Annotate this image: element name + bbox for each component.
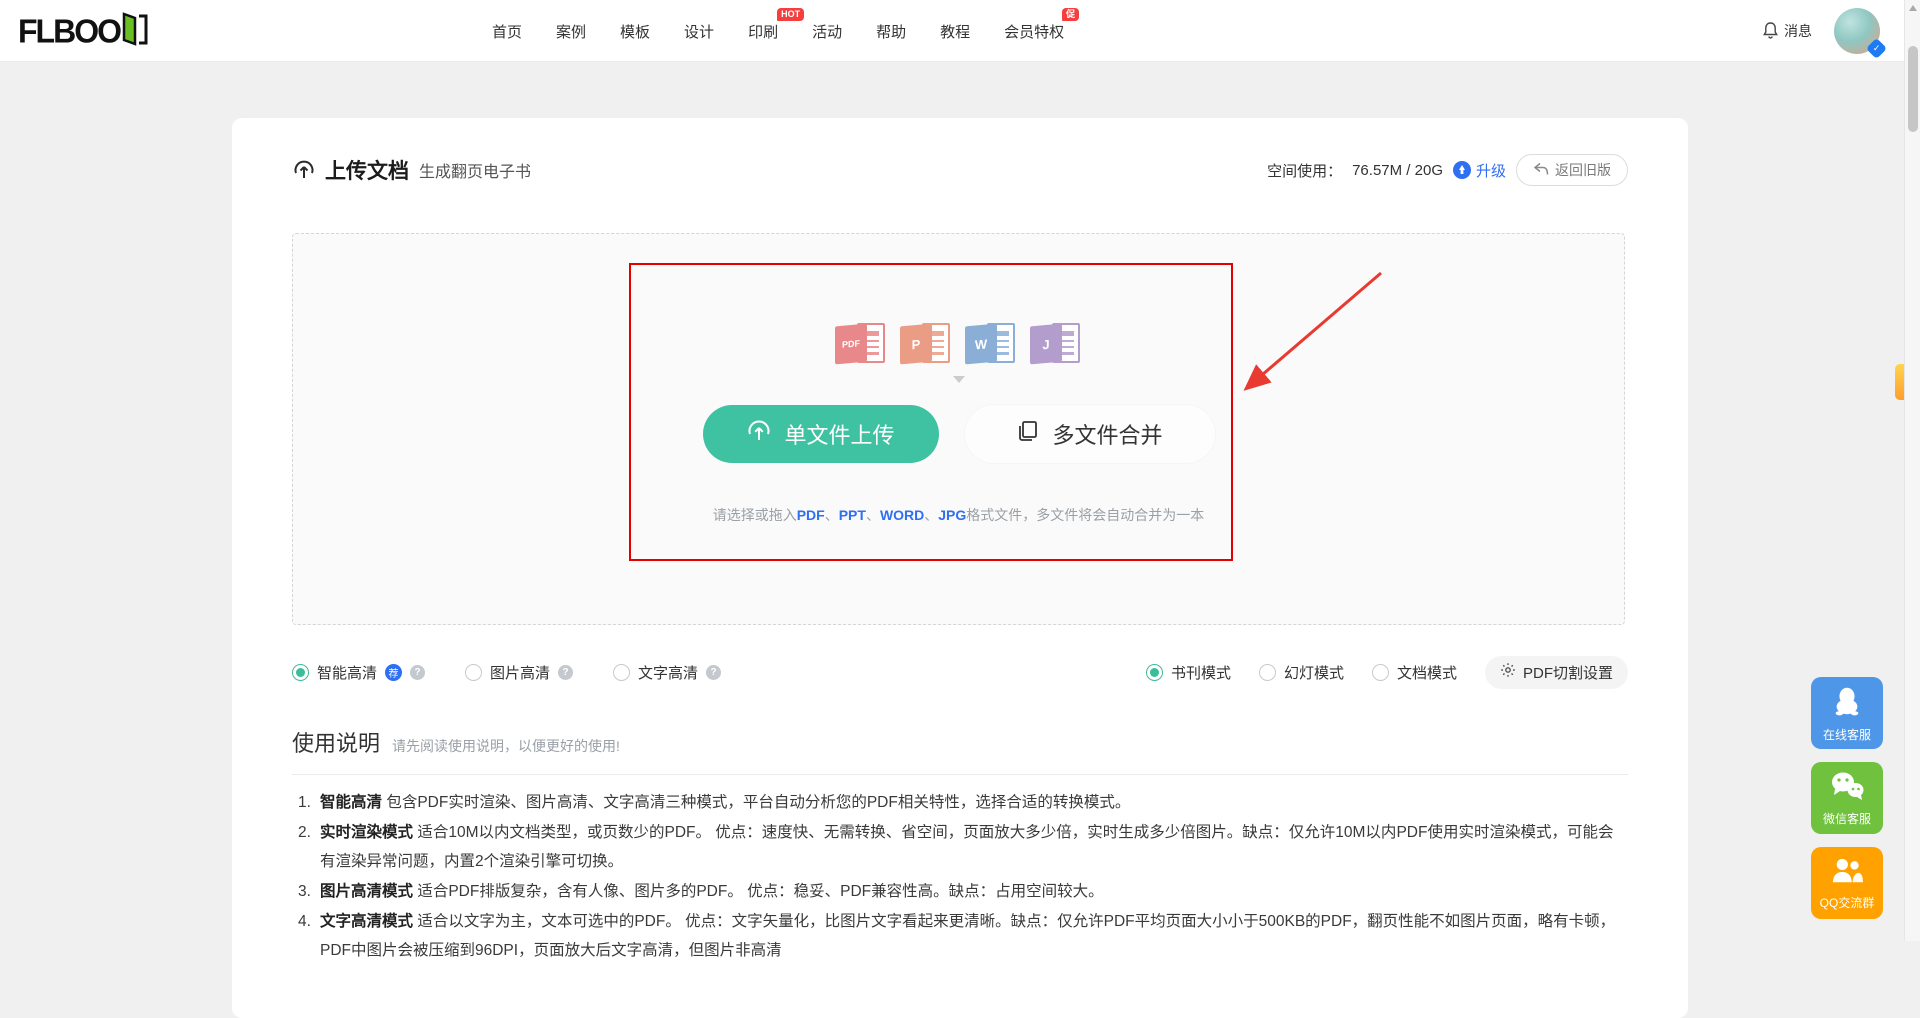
help-icon[interactable]: ? — [410, 665, 425, 680]
radio-icon[interactable] — [613, 664, 630, 681]
option-book-mode[interactable]: 书刊模式 — [1146, 662, 1231, 683]
list-item: 3.图片高清模式 适合PDF排版复杂，含有人像、图片多的PDF。 优点：稳妥、P… — [298, 877, 1628, 906]
flbook-logo[interactable]: FLBOO — [18, 12, 152, 51]
return-arrow-icon — [1533, 162, 1549, 179]
back-to-old-label: 返回旧版 — [1555, 160, 1611, 180]
nav-membership-label: 会员特权 — [1004, 24, 1064, 41]
user-avatar[interactable]: ✓ — [1834, 8, 1880, 54]
upgrade-label: 升级 — [1476, 160, 1506, 181]
main-nav: 首页 案例 模板 设计 印刷 HOT 活动 帮助 教程 会员特权 促 — [492, 0, 1064, 62]
scroll-up-icon[interactable] — [1909, 5, 1917, 11]
quality-options: 智能高清 荐 ? 图片高清 ? 文字高清 ? — [292, 662, 761, 683]
dropzone-content: PDF P W J — [293, 234, 1624, 624]
multi-merge-label: 多文件合并 — [1052, 418, 1162, 450]
nav-design[interactable]: 设计 — [684, 21, 714, 42]
instructions-subtitle: 请先阅读使用说明，以便更好的使用! — [392, 736, 620, 756]
instructions-header: 使用说明 请先阅读使用说明，以便更好的使用! — [292, 726, 620, 758]
nav-print-label: 印刷 — [748, 24, 778, 41]
option-text-hd[interactable]: 文字高清 ? — [613, 662, 721, 683]
nav-print[interactable]: 印刷 HOT — [748, 21, 778, 42]
wechat-icon — [1829, 770, 1865, 807]
instructions-list: 1.智能高清 包含PDF实时渲染、图片高清、文字高清三种模式，平台自动分析您的P… — [298, 788, 1628, 966]
multi-merge-button[interactable]: 多文件合并 — [965, 405, 1215, 463]
vip-check-icon: ✓ — [1866, 38, 1887, 59]
single-upload-label: 单文件上传 — [784, 418, 894, 450]
radio-icon[interactable] — [465, 664, 482, 681]
single-upload-button[interactable]: 单文件上传 — [703, 405, 939, 463]
nav-membership[interactable]: 会员特权 促 — [1004, 21, 1064, 42]
gear-icon — [1500, 662, 1516, 682]
divider — [292, 774, 1628, 775]
option-document-mode[interactable]: 文档模式 — [1372, 662, 1457, 683]
radio-selected-icon[interactable] — [292, 664, 309, 681]
nav-help[interactable]: 帮助 — [876, 21, 906, 42]
space-usage-label: 空间使用： — [1267, 160, 1342, 181]
online-service-button[interactable]: 在线客服 — [1811, 677, 1883, 749]
instructions-title: 使用说明 — [292, 726, 380, 758]
logo-text: FLBOO — [18, 12, 120, 51]
messages-button[interactable]: 消息 — [1762, 21, 1812, 42]
bell-icon — [1762, 21, 1779, 42]
wechat-service-button[interactable]: 微信客服 — [1811, 762, 1883, 834]
scrollbar-thumb[interactable] — [1908, 46, 1918, 132]
promo-badge: 促 — [1062, 8, 1079, 21]
upload-buttons-row: 单文件上传 多文件合并 — [703, 405, 1215, 463]
page-header: 上传文档 生成翻页电子书 空间使用： 76.57M / 20G 升级 — [292, 150, 1628, 190]
help-icon[interactable]: ? — [558, 665, 573, 680]
header-right: 空间使用： 76.57M / 20G 升级 返回旧版 — [1267, 154, 1628, 186]
mode-options: 书刊模式 幻灯模式 文档模式 PDF切割设置 — [1146, 656, 1628, 689]
filetype-icons: PDF P W J — [835, 320, 1082, 368]
nav-templates[interactable]: 模板 — [620, 21, 650, 42]
pdf-split-label: PDF切割设置 — [1523, 662, 1613, 683]
pdf-file-icon: PDF — [835, 320, 887, 368]
ppt-file-icon: P — [900, 320, 952, 368]
pdf-split-settings-button[interactable]: PDF切割设置 — [1485, 656, 1628, 689]
list-item: 4.文字高清模式 适合以文字为主，文本可选中的PDF。 优点：文字矢量化，比图片… — [298, 907, 1628, 965]
word-file-icon: W — [965, 320, 1017, 368]
qq-group-button[interactable]: QQ交流群 — [1811, 847, 1883, 919]
page-subtitle: 生成翻页电子书 — [419, 158, 531, 182]
nav-home[interactable]: 首页 — [492, 21, 522, 42]
help-icon[interactable]: ? — [706, 665, 721, 680]
conversion-options-row: 智能高清 荐 ? 图片高清 ? 文字高清 ? 书刊模式 幻灯模式 — [292, 655, 1628, 689]
upload-arrow-icon — [746, 418, 772, 450]
recommended-badge: 荐 — [385, 664, 402, 681]
merge-files-icon — [1016, 419, 1040, 449]
top-navbar: FLBOO 首页 案例 模板 设计 印刷 HOT 活动 帮助 教程 会员特权 促 — [0, 0, 1920, 62]
page-title: 上传文档 — [325, 155, 409, 185]
page-scrollbar[interactable] — [1904, 0, 1920, 941]
rocket-icon — [1453, 161, 1471, 179]
option-slide-mode[interactable]: 幻灯模式 — [1259, 662, 1344, 683]
space-usage-value: 76.57M / 20G — [1352, 162, 1443, 179]
option-smart-hd[interactable]: 智能高清 荐 ? — [292, 662, 425, 683]
caret-down-icon — [953, 376, 965, 383]
upload-dropzone[interactable]: PDF P W J — [292, 233, 1625, 625]
jpg-file-icon: J — [1030, 320, 1082, 368]
option-image-hd[interactable]: 图片高清 ? — [465, 662, 573, 683]
list-item: 1.智能高清 包含PDF实时渲染、图片高清、文字高清三种模式，平台自动分析您的P… — [298, 788, 1628, 817]
logo-book-icon — [122, 12, 152, 51]
nav-right-area: 消息 ✓ — [1762, 0, 1880, 62]
nav-cases[interactable]: 案例 — [556, 21, 586, 42]
list-item: 2.实时渲染模式 适合10M以内文档类型，或页数少的PDF。 优点：速度快、无需… — [298, 818, 1628, 876]
nav-activity[interactable]: 活动 — [812, 21, 842, 42]
messages-label: 消息 — [1784, 21, 1812, 41]
collapsed-side-widget[interactable] — [1895, 364, 1904, 400]
radio-icon[interactable] — [1259, 664, 1276, 681]
upload-page-card: 上传文档 生成翻页电子书 空间使用： 76.57M / 20G 升级 — [232, 118, 1688, 1018]
upgrade-link[interactable]: 升级 — [1453, 160, 1506, 181]
upload-cloud-icon — [292, 158, 316, 182]
people-group-icon — [1830, 856, 1864, 891]
radio-selected-icon[interactable] — [1146, 664, 1163, 681]
hot-badge: HOT — [777, 8, 804, 21]
qq-penguin-icon — [1830, 684, 1864, 723]
service-float-stack: 在线客服 微信客服 QQ交流群 — [1811, 677, 1883, 919]
upload-hint-text: 请选择或拖入PDF、PPT、WORD、JPG格式文件，多文件将会自动合并为一本 — [713, 505, 1205, 525]
nav-tutorial[interactable]: 教程 — [940, 21, 970, 42]
back-to-old-button[interactable]: 返回旧版 — [1516, 154, 1628, 186]
radio-icon[interactable] — [1372, 664, 1389, 681]
